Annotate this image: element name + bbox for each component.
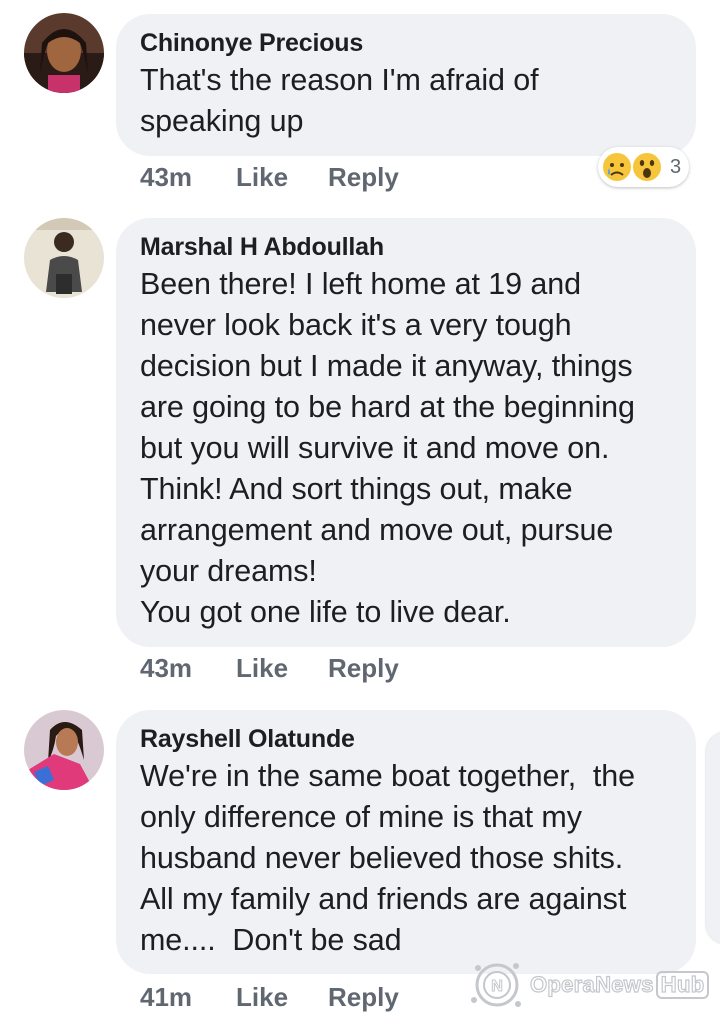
wow-face-icon bbox=[630, 150, 664, 184]
comment-line: That's the reason I'm afraid of bbox=[140, 63, 539, 97]
comment-line: Been there! I left home at 19 and bbox=[140, 267, 581, 301]
like-button[interactable]: Like bbox=[236, 982, 328, 1013]
comment-bubble: Chinonye Precious That's the reason I'm … bbox=[116, 14, 696, 156]
avatar[interactable] bbox=[24, 218, 104, 298]
reactions-summary[interactable]: 3 bbox=[598, 147, 690, 187]
comment-author[interactable]: Rayshell Olatunde bbox=[140, 724, 672, 754]
comment-text: Been there! I left home at 19 and never … bbox=[140, 264, 672, 633]
comment-timestamp[interactable]: 43m bbox=[140, 653, 236, 684]
comments-page: Chinonye Precious That's the reason I'm … bbox=[0, 0, 720, 1028]
comment-line: never look back it's a very tough bbox=[140, 308, 572, 342]
comment-author[interactable]: Marshal H Abdoullah bbox=[140, 232, 672, 262]
comment-line: All my family and friends are against bbox=[140, 882, 627, 916]
comment-timestamp[interactable]: 43m bbox=[140, 162, 236, 193]
reaction-count: 3 bbox=[670, 155, 682, 178]
avatar[interactable] bbox=[24, 13, 104, 93]
comment-line: We're in the same boat together, the bbox=[140, 759, 635, 793]
partial-bubble-edge bbox=[706, 732, 720, 944]
reply-button[interactable]: Reply bbox=[328, 162, 399, 193]
comment-actions: 41m Like Reply bbox=[140, 977, 399, 1017]
reply-button[interactable]: Reply bbox=[328, 982, 399, 1013]
comment-line: Think! And sort things out, make bbox=[140, 472, 573, 506]
comment-actions: 43m Like Reply bbox=[140, 157, 399, 197]
comment-bubble: Marshal H Abdoullah Been there! I left h… bbox=[116, 218, 696, 647]
comment-actions: 43m Like Reply bbox=[140, 648, 399, 688]
comment-text: That's the reason I'm afraid of speaking… bbox=[140, 60, 672, 142]
avatar[interactable] bbox=[24, 710, 104, 790]
sad-face-icon bbox=[600, 150, 634, 184]
comment-timestamp[interactable]: 41m bbox=[140, 982, 236, 1013]
comment-line: only difference of mine is that my bbox=[140, 800, 582, 834]
comment-line: but you will survive it and move on. bbox=[140, 431, 610, 465]
watermark-brand-text: OperaNews bbox=[529, 971, 654, 997]
like-button[interactable]: Like bbox=[236, 162, 328, 193]
comment-line: speaking up bbox=[140, 104, 304, 138]
reply-button[interactable]: Reply bbox=[328, 653, 399, 684]
opera-news-logo-icon: N bbox=[466, 954, 528, 1016]
watermark-hub: Hub bbox=[655, 971, 710, 999]
comment-line: your dreams! bbox=[140, 554, 317, 588]
comment-text: We're in the same boat together, the onl… bbox=[140, 756, 672, 961]
comment-line: arrangement and move out, pursue bbox=[140, 513, 614, 547]
comment-line: decision but I made it anyway, things bbox=[140, 349, 633, 383]
watermark-brand: OperaNews Hub bbox=[529, 971, 710, 999]
comment-line: husband never believed those shits. bbox=[140, 841, 624, 875]
comment-line: are going to be hard at the beginning bbox=[140, 390, 635, 424]
like-button[interactable]: Like bbox=[236, 653, 328, 684]
svg-text:N: N bbox=[491, 978, 503, 995]
comment-author[interactable]: Chinonye Precious bbox=[140, 28, 672, 58]
comment-bubble: Rayshell Olatunde We're in the same boat… bbox=[116, 710, 696, 974]
watermark: N OperaNews Hub bbox=[466, 950, 716, 1020]
comment-line: You got one life to live dear. bbox=[140, 595, 511, 629]
